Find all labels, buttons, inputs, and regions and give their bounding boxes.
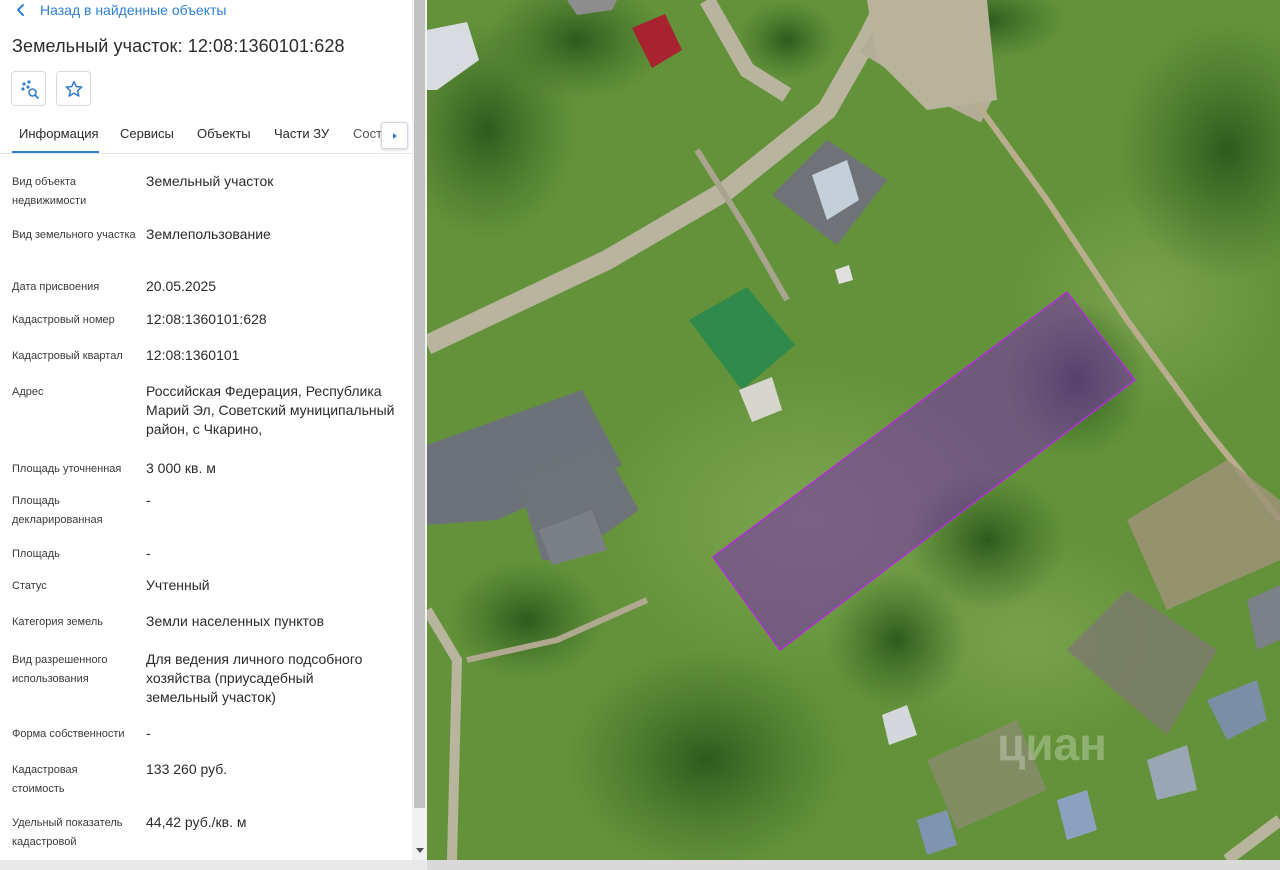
address-value: Российская Федерация, Республика Марий Э… [146, 383, 395, 437]
property-value: Земельный участок [146, 173, 274, 189]
property-value: Землепользование [146, 226, 271, 242]
star-icon [65, 80, 82, 97]
locate-on-map-button[interactable] [11, 71, 46, 106]
property-label: Площадь [12, 548, 60, 560]
property-value: Земли населенных пунктов [146, 613, 325, 629]
property-label: Дата присвоения [12, 281, 100, 293]
map-search-icon [20, 79, 39, 99]
property-value: 3 000 кв. м [146, 460, 216, 476]
property-label: Удельный показатель кадастровой [12, 817, 123, 848]
property-value: - [146, 725, 151, 741]
property-value: - [146, 545, 151, 561]
scroll-down-arrow[interactable] [412, 844, 427, 858]
map-watermark: циан [997, 718, 1107, 770]
property-value: 12:08:1360101 [146, 347, 240, 363]
tab-parcel-parts[interactable]: Части ЗУ [274, 126, 329, 141]
property-label: Кадастровый квартал [12, 350, 123, 362]
map-canvas[interactable]: циан [427, 0, 1280, 860]
add-to-favorites-button[interactable] [56, 71, 91, 106]
tabs-scroll-right-button[interactable] [381, 122, 408, 149]
scrollbar-thumb[interactable] [414, 0, 425, 808]
back-to-results-link[interactable]: Назад в найденные объекты [14, 0, 226, 20]
active-tab-indicator [12, 151, 99, 153]
property-label: Кадастровая стоимость [12, 764, 78, 795]
panel-bottom-edge [0, 860, 427, 870]
property-label: Вид земельного участка [12, 229, 136, 241]
property-value: Для ведения личного подсобного хозяйства… [146, 651, 363, 705]
tab-information[interactable]: Информация [19, 126, 99, 141]
map-bottom-edge [427, 860, 1280, 870]
cadastral-value: 133 260 руб. [146, 761, 228, 777]
property-label: Кадастровый номер [12, 314, 115, 326]
property-value: 20.05.2025 [146, 278, 217, 294]
property-label: Адрес [12, 386, 44, 398]
tab-objects[interactable]: Объекты [197, 126, 251, 141]
property-value: 12:08:1360101:628 [146, 311, 267, 327]
page-title: Земельный участок: 12:08:1360101:628 [12, 36, 345, 56]
tab-services[interactable]: Сервисы [120, 126, 174, 141]
panel-scrollbar[interactable] [412, 0, 427, 860]
property-label: Площадь декларированная [12, 495, 103, 526]
caret-down-icon [415, 848, 424, 853]
property-value: - [146, 492, 151, 508]
property-label: Категория земель [12, 616, 103, 628]
status-value: Учтенный [146, 577, 210, 593]
property-label: Вид объекта недвижимости [12, 176, 87, 207]
property-label: Вид разрешенного использования [12, 654, 108, 685]
object-info-panel: Назад в найденные объекты Земельный учас… [0, 0, 412, 870]
property-label: Форма собственности [12, 728, 125, 740]
property-label: Статус [12, 580, 47, 592]
property-label: Площадь уточненная [12, 463, 122, 475]
property-value: 44,42 руб./кв. м [146, 814, 247, 830]
caret-right-icon [392, 132, 397, 139]
chevron-left-icon [17, 4, 24, 16]
tab-bar: Информация Сервисы Объекты Части ЗУ Сост… [0, 114, 412, 154]
back-link-label: Назад в найденные объекты [40, 2, 227, 18]
satellite-map[interactable]: циан [427, 0, 1280, 860]
